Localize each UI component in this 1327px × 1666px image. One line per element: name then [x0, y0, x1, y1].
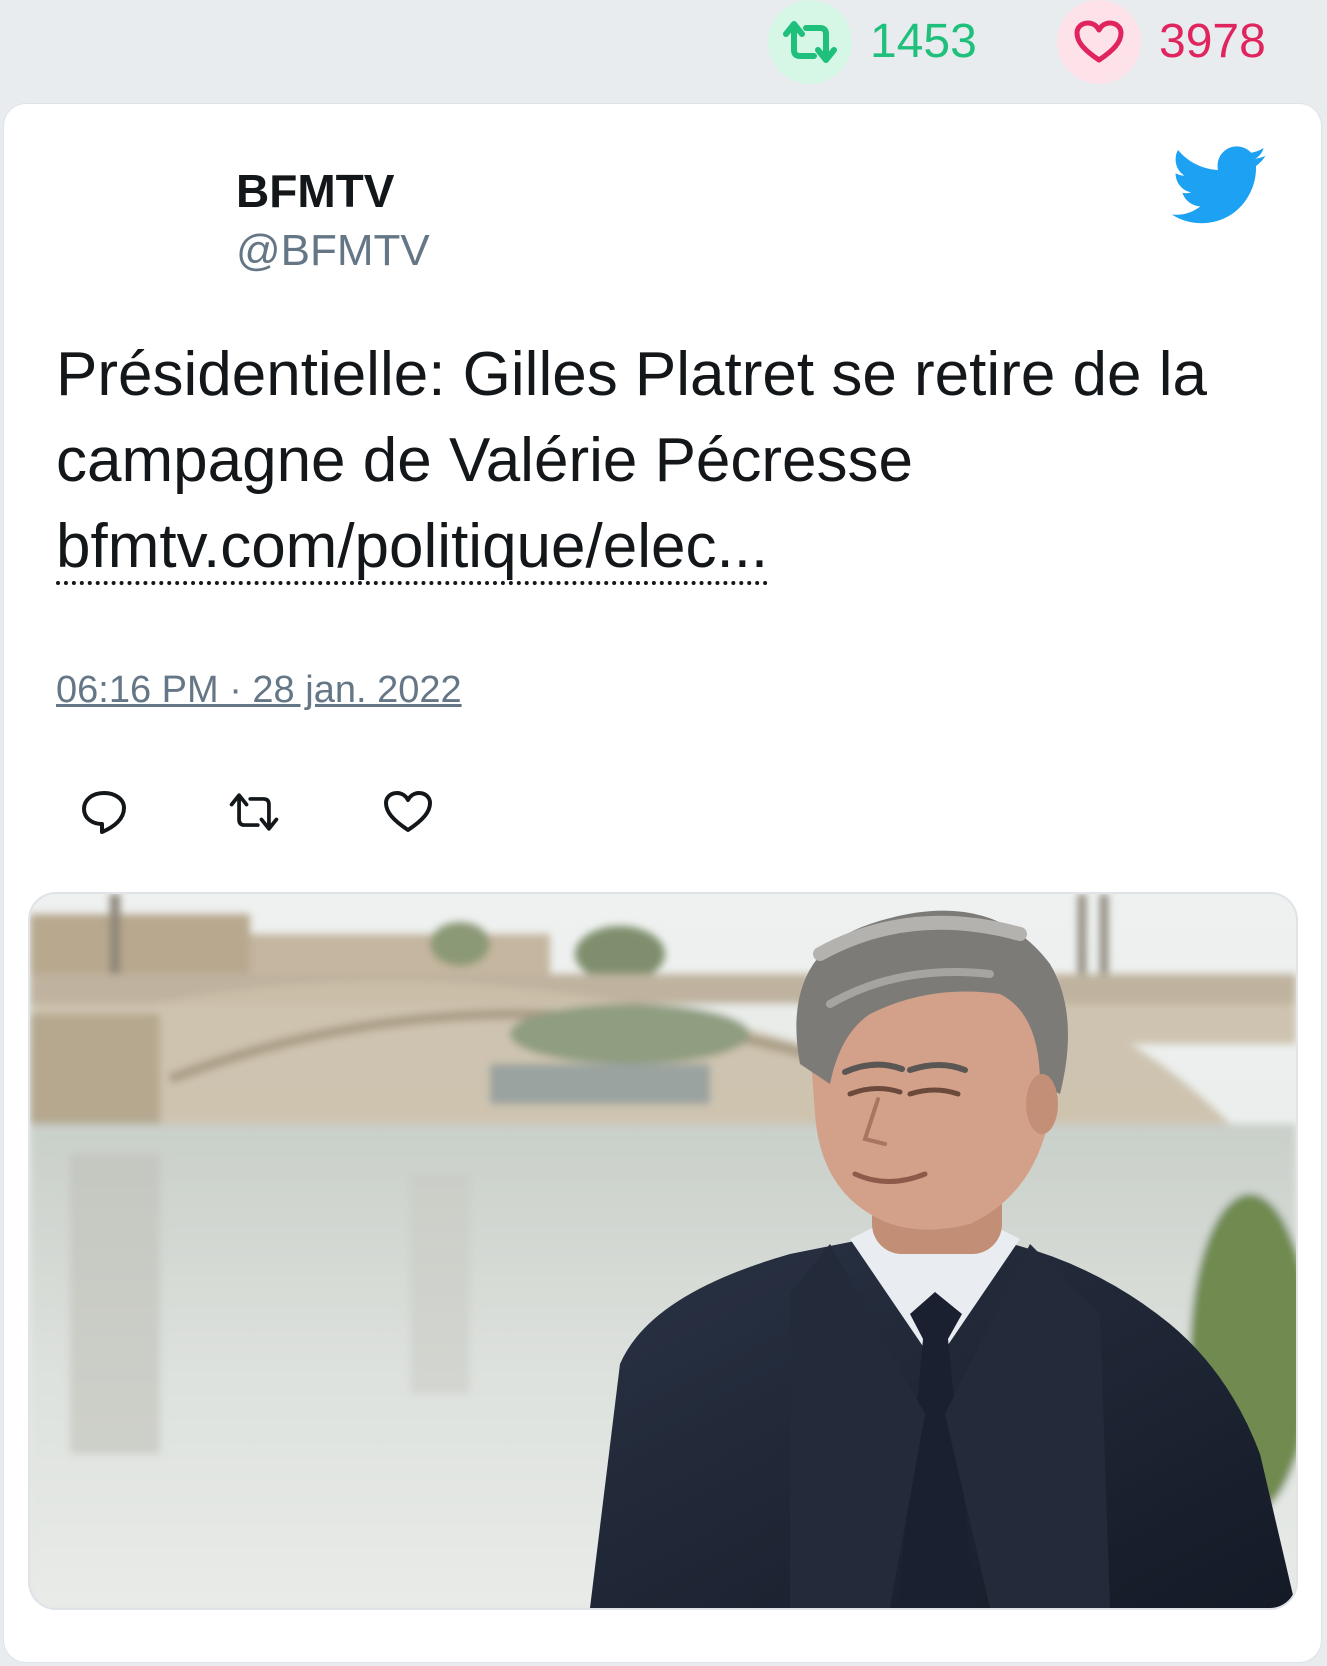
like-count: 3978	[1159, 15, 1266, 68]
twitter-bird-icon[interactable]	[1171, 146, 1268, 226]
tweet-text: Présidentielle: Gilles Platret se retire…	[56, 332, 1286, 590]
tweet-body: Présidentielle: Gilles Platret se retire…	[56, 340, 1207, 495]
tweet-card: BFMTV @BFMTV Présidentielle: Gilles Plat…	[4, 104, 1321, 1662]
display-name[interactable]: BFMTV	[236, 164, 394, 218]
retweet-icon	[768, 0, 852, 84]
tweet-link[interactable]: bfmtv.com/politique/elec...	[56, 512, 769, 585]
heart-icon[interactable]	[380, 784, 436, 840]
avatar[interactable]	[56, 156, 166, 266]
user-handle[interactable]: @BFMTV	[236, 226, 430, 276]
tweet-photo[interactable]	[30, 894, 1296, 1608]
heart-icon	[1057, 0, 1141, 84]
like-stat[interactable]: 3978	[1057, 0, 1266, 84]
tweet-timestamp[interactable]: 06:16 PM · 28 jan. 2022	[56, 669, 462, 712]
stats-bar: 1453 3978	[0, 0, 1327, 102]
photo-image	[30, 894, 1296, 1608]
retweet-stat[interactable]: 1453	[768, 0, 977, 84]
reply-icon[interactable]	[76, 784, 132, 840]
retweet-icon[interactable]	[226, 784, 282, 840]
retweet-count: 1453	[870, 15, 977, 68]
